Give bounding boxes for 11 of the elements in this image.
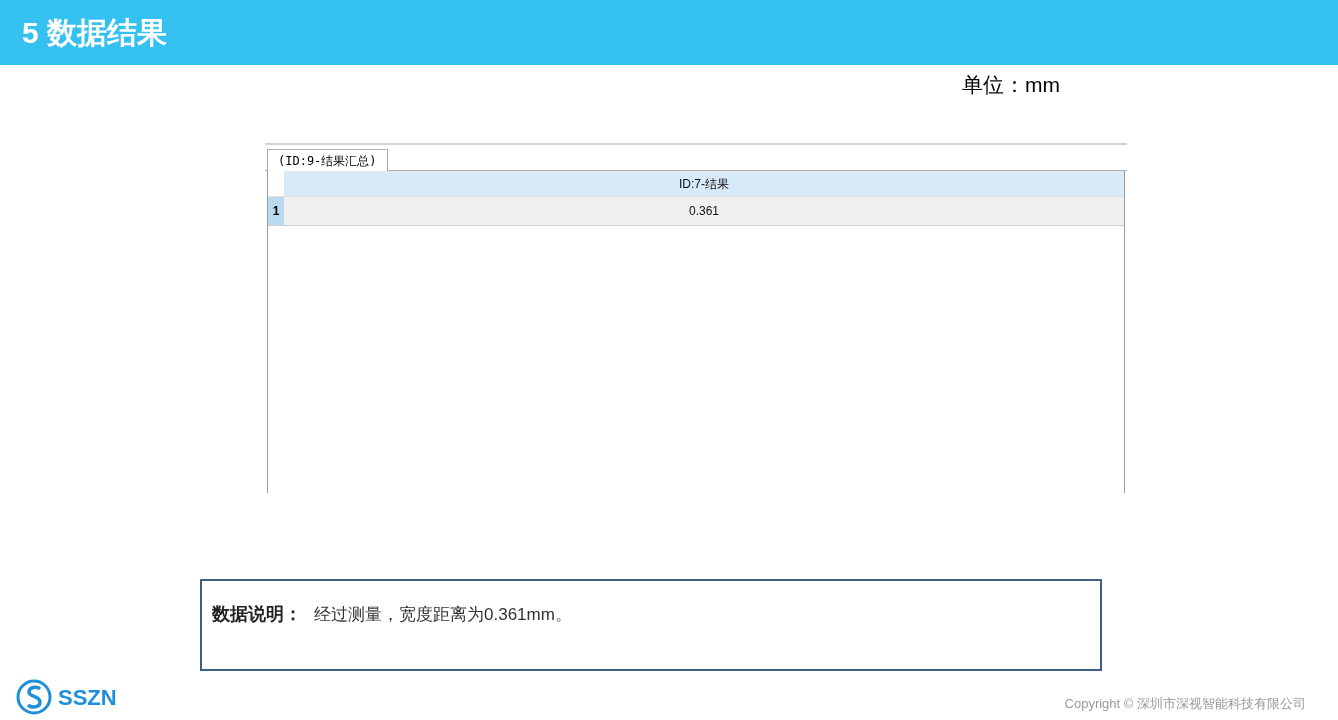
note-label: 数据说明：: [212, 603, 302, 626]
note-text: 经过测量，宽度距离为0.361mm。: [314, 604, 572, 626]
row-number: 1: [268, 197, 284, 225]
logo-text: SSZN: [58, 683, 117, 712]
tab[interactable]: (ID:9-结果汇总): [267, 149, 388, 171]
copyright-text: Copyright © 深圳市深视智能科技有限公司: [1064, 694, 1306, 713]
slide-title: 5 数据结果: [22, 15, 168, 51]
table-cell: 0.361: [284, 197, 1124, 225]
unit-label: 单位：mm: [962, 72, 1060, 98]
logo-icon: [16, 679, 52, 715]
column-header[interactable]: ID:7-结果: [284, 171, 1124, 196]
